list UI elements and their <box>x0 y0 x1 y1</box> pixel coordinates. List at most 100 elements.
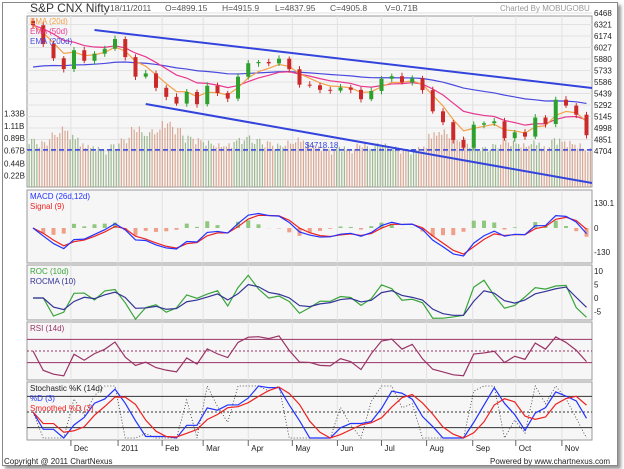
volume-bar <box>90 148 92 187</box>
price-tick-label: 5292 <box>594 101 612 110</box>
volume-bar <box>56 137 58 187</box>
macd-histogram-bar <box>205 221 210 228</box>
candle-body <box>441 111 445 123</box>
volume-bar <box>410 154 412 187</box>
volume-bar <box>400 153 402 187</box>
candle-body <box>143 73 148 77</box>
volume-bar <box>420 151 422 187</box>
volume-bar <box>69 139 71 187</box>
volume-bar <box>149 132 151 187</box>
macd-histogram-bar <box>92 224 97 228</box>
volume-bar <box>525 146 527 187</box>
volume-bar <box>295 142 297 187</box>
volume-bar <box>392 147 394 187</box>
volume-bar <box>541 148 543 187</box>
candle-body <box>256 61 261 64</box>
price-tick-label: 6321 <box>594 21 612 30</box>
volume-bar <box>502 138 504 187</box>
volume-bar <box>156 132 158 187</box>
volume-bar <box>213 145 215 187</box>
volume-bar <box>241 143 243 187</box>
volume-bar <box>49 139 51 187</box>
volume-bar <box>443 129 445 187</box>
candle-body <box>318 85 322 90</box>
volume-bar <box>100 150 102 187</box>
volume-bar <box>259 138 261 187</box>
candle-body <box>348 87 353 90</box>
volume-bar <box>374 146 376 187</box>
volume-bar <box>497 148 499 187</box>
volume-bar <box>348 150 351 187</box>
macd-histogram-bar <box>574 228 579 232</box>
volume-bar <box>166 123 169 187</box>
volume-bar <box>533 140 535 187</box>
volume-bar <box>195 144 197 187</box>
volume-bar <box>369 148 371 187</box>
volume-bar <box>246 136 248 187</box>
price-tick-label: 5439 <box>594 90 612 99</box>
roc-tick-label: 0 <box>594 294 599 303</box>
volume-bar <box>320 151 322 187</box>
macd-tick-label: -130 <box>594 248 611 257</box>
volume-bar <box>115 149 117 187</box>
charted-by: Charted By MOBUGOBU <box>500 4 590 13</box>
volume-bar <box>97 147 99 187</box>
candle-body <box>523 132 527 137</box>
volume-bar <box>190 136 192 187</box>
volume-bar <box>428 133 430 187</box>
volume-bar <box>553 138 556 187</box>
macd-histogram-bar <box>359 228 363 230</box>
volume-bar <box>256 138 258 187</box>
volume-bar <box>205 145 207 187</box>
legend-ema50: EMA (50d) <box>30 27 68 36</box>
roc-tick-label: -5 <box>594 308 602 317</box>
volume-bar <box>197 138 199 187</box>
candle-body <box>307 84 312 86</box>
stock-chart: S&P CNX Nifty 18/11/2011 O=4899.15 H=491… <box>4 1 615 466</box>
volume-bar <box>289 143 292 187</box>
volume-bar <box>366 146 368 187</box>
volume-bar <box>202 142 204 187</box>
candle-body <box>359 89 363 100</box>
volume-bar <box>489 149 491 187</box>
volume-bar <box>310 147 312 187</box>
volume-bar <box>177 128 179 187</box>
volume-bar <box>108 149 110 187</box>
price-tick-label: 4851 <box>594 136 612 145</box>
volume-bar <box>305 146 307 187</box>
volume-bar <box>589 148 591 187</box>
volume-bar <box>238 137 240 187</box>
stochastic-smoothed-label: Smoothed %D (3) <box>30 404 94 413</box>
volume-bar <box>102 149 105 187</box>
volume-bar <box>64 130 66 187</box>
volume-bar <box>546 151 548 187</box>
price-tick-label: 4704 <box>594 147 612 156</box>
volume-bar <box>395 146 397 187</box>
volume-bar <box>79 146 81 187</box>
month-label: Apr <box>251 444 264 453</box>
copyright: Copyright @ 2011 ChartNexus <box>4 457 112 466</box>
volume-tick-label: 1.33B <box>4 110 25 119</box>
month-label: Sep <box>476 444 491 453</box>
volume-bar <box>282 147 284 187</box>
candle-body <box>277 58 281 64</box>
candle-body <box>154 73 158 88</box>
candle-body <box>133 57 138 77</box>
volume-bar <box>564 141 566 187</box>
volume-bar <box>438 132 440 187</box>
volume-bar <box>512 140 515 187</box>
header-open: O=4899.15 <box>165 3 208 13</box>
volume-bar <box>105 154 107 187</box>
volume-bar <box>389 150 392 187</box>
volume-bar <box>351 153 353 187</box>
volume-bar <box>128 137 130 187</box>
volume-bar <box>269 142 271 187</box>
volume-bar <box>384 143 386 187</box>
volume-bar <box>284 145 286 187</box>
volume-bar <box>215 147 217 187</box>
volume-bar <box>330 154 333 187</box>
candle-body <box>236 76 240 99</box>
volume-bar <box>231 147 233 187</box>
candle-body <box>164 87 169 97</box>
volume-bar <box>297 137 299 187</box>
